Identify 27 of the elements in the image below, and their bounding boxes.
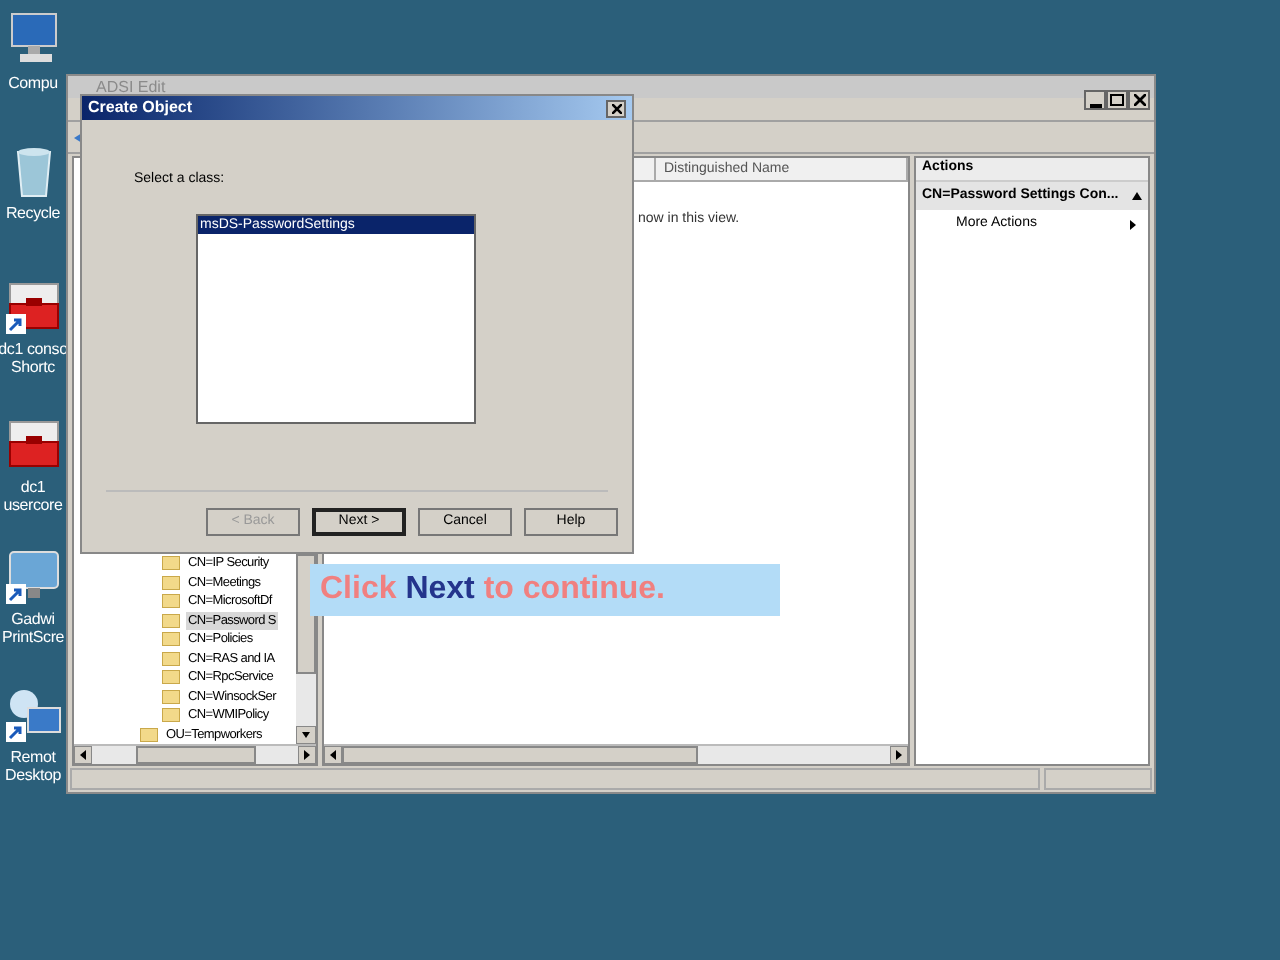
collapse-icon[interactable] (1132, 192, 1142, 200)
monitor-icon[interactable] (3, 546, 63, 606)
vertical-scrollbar[interactable] (296, 554, 316, 744)
status-bar-panel (1044, 768, 1152, 790)
minimize-icon (1089, 104, 1101, 108)
minimize-button[interactable] (1084, 90, 1106, 110)
horizontal-scrollbar[interactable] (324, 744, 908, 764)
scroll-left-arrow-icon[interactable] (324, 746, 342, 764)
scroll-thumb[interactable] (135, 746, 255, 764)
scroll-right-arrow-icon[interactable] (890, 746, 908, 764)
maximize-button[interactable] (1106, 90, 1128, 110)
horizontal-scrollbar[interactable] (74, 744, 316, 764)
close-button[interactable] (1128, 90, 1150, 110)
close-button[interactable] (606, 99, 626, 117)
window-title: ADSI Edit (96, 77, 166, 97)
scroll-right-arrow-icon[interactable] (298, 746, 316, 764)
remote-icon[interactable] (3, 684, 63, 744)
icon-label[interactable]: Gadwi PrintScre (1, 610, 65, 646)
dialog-title: Create Object (88, 96, 193, 120)
submenu-arrow-icon (1130, 219, 1136, 229)
icon-label[interactable]: Remot Desktop (5, 748, 61, 784)
icon-label[interactable]: Compu (8, 74, 58, 92)
callout-text: Click Next to continue. (320, 570, 665, 610)
scroll-down-arrow-icon[interactable] (296, 726, 316, 744)
icon-label[interactable]: dc1 usercore (3, 478, 63, 514)
icon-label[interactable]: Recycle (5, 204, 61, 222)
scroll-left-arrow-icon[interactable] (74, 746, 92, 764)
